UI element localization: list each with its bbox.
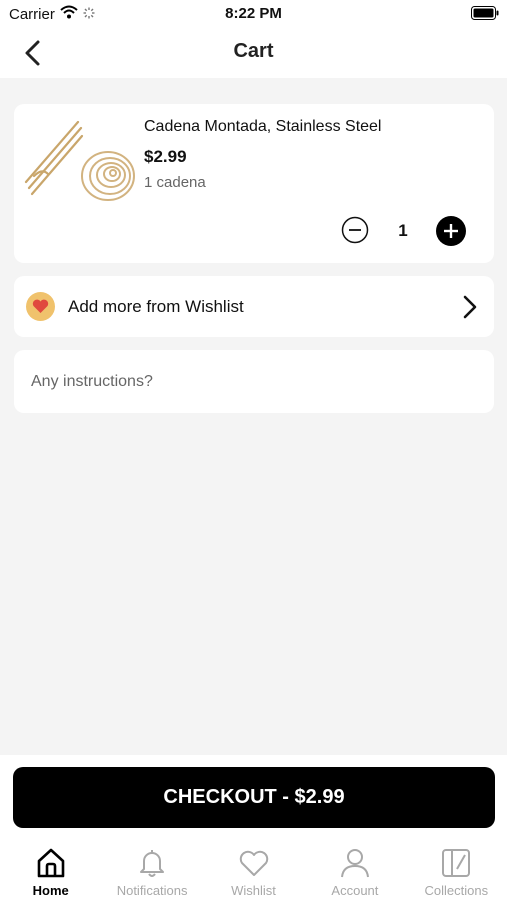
checkout-button[interactable]: CHECKOUT - $2.99	[13, 767, 495, 828]
checkout-area: CHECKOUT - $2.99	[0, 755, 507, 840]
tab-label: Notifications	[116, 883, 188, 898]
plus-circle-icon	[436, 216, 466, 246]
instructions-input[interactable]	[14, 350, 494, 413]
tab-label: Account	[331, 883, 379, 898]
tab-bar: Home Notifications Wishlist Account Coll…	[0, 840, 507, 900]
navigation-bar: Cart	[0, 28, 507, 78]
tab-label: Wishlist	[231, 883, 276, 898]
quantity-value: 1	[398, 221, 408, 240]
heart-icon	[239, 850, 268, 876]
page-title: Cart	[233, 40, 274, 62]
increase-quantity-button[interactable]	[436, 216, 466, 246]
status-bar: Carrier 8:22 PM	[0, 0, 507, 28]
battery-icon	[471, 6, 499, 24]
cart-item-card: Cadena Montada, Stainless Steel $2.99 1 …	[14, 104, 494, 263]
tab-account[interactable]: Account	[304, 840, 405, 900]
chevron-right-icon	[462, 294, 478, 320]
heart-badge-icon	[26, 292, 55, 321]
person-icon	[340, 849, 369, 878]
instructions-card	[14, 350, 494, 413]
tab-notifications[interactable]: Notifications	[101, 840, 202, 900]
product-variant: 1 cadena	[144, 174, 206, 191]
product-price: $2.99	[144, 147, 187, 166]
tab-home[interactable]: Home	[0, 840, 101, 900]
add-from-wishlist-row[interactable]: Add more from Wishlist	[14, 276, 494, 337]
product-image[interactable]	[24, 118, 136, 208]
home-icon	[37, 848, 65, 878]
decrease-quantity-button[interactable]	[341, 216, 369, 244]
bell-icon	[140, 850, 165, 877]
wishlist-label: Add more from Wishlist	[68, 297, 244, 316]
tab-label: Home	[32, 883, 69, 898]
product-name[interactable]: Cadena Montada, Stainless Steel	[144, 118, 381, 136]
status-time: 8:22 PM	[225, 5, 282, 22]
tab-collections[interactable]: Collections	[406, 840, 507, 900]
collections-icon	[442, 849, 471, 877]
tab-wishlist[interactable]: Wishlist	[203, 840, 304, 900]
minus-circle-icon	[341, 216, 369, 244]
tab-label: Collections	[424, 883, 489, 898]
